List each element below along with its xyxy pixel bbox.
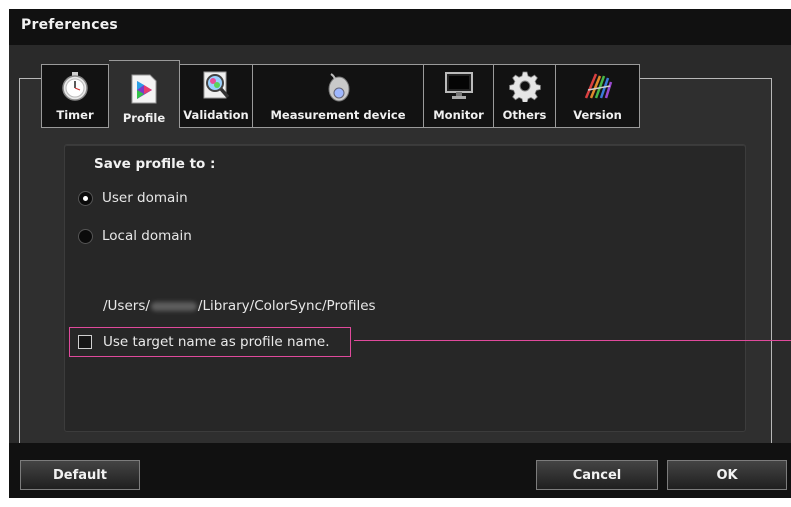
tab-timer[interactable]: Timer — [41, 64, 109, 128]
tab-label: Version — [573, 108, 622, 122]
cancel-button[interactable]: Cancel — [536, 460, 658, 490]
radio-label: Local domain — [102, 228, 192, 244]
radio-user-domain[interactable]: User domain — [78, 190, 188, 206]
use-target-name-checkbox[interactable] — [78, 335, 92, 349]
tab-measurement-device[interactable]: Measurement device — [253, 64, 424, 128]
tab-others[interactable]: Others — [494, 64, 556, 128]
stopwatch-icon — [62, 72, 88, 101]
tab-label: Others — [502, 108, 547, 122]
color-profile-icon — [131, 74, 157, 104]
monitor-icon — [444, 72, 473, 99]
radio-button[interactable] — [78, 190, 93, 206]
radio-label: User domain — [102, 190, 188, 206]
tab-bar: Timer Profile Validation Measurement dev — [41, 60, 640, 128]
window-title: Preferences — [21, 17, 118, 33]
ok-button[interactable]: OK — [667, 460, 787, 490]
tab-profile[interactable]: Profile — [109, 60, 180, 128]
save-profile-heading: Save profile to : — [94, 156, 216, 172]
tab-label: Measurement device — [270, 108, 406, 122]
redacted-username — [150, 301, 197, 311]
colorimeter-icon — [328, 73, 350, 102]
tab-label: Timer — [56, 108, 94, 122]
radio-local-domain[interactable]: Local domain — [78, 228, 192, 244]
use-target-name-checkbox-row[interactable]: Use target name as profile name. — [69, 327, 351, 357]
radio-selected-dot — [83, 195, 88, 201]
profile-path: /Users/ /Library/ColorSync/Profiles — [103, 298, 376, 314]
path-suffix: /Library/ColorSync/Profiles — [197, 298, 376, 314]
tab-label: Profile — [122, 111, 166, 125]
default-button[interactable]: Default — [20, 460, 140, 490]
callout-line — [354, 340, 791, 341]
tab-version[interactable]: Version — [556, 64, 640, 128]
tab-label: Validation — [183, 108, 249, 122]
tab-monitor[interactable]: Monitor — [424, 64, 494, 128]
magnifier-icon — [203, 71, 230, 99]
profile-settings-panel: Save profile to : User domain Local doma… — [64, 144, 746, 432]
version-logo-icon — [584, 73, 612, 99]
tab-label: Monitor — [433, 108, 484, 122]
gear-icon — [508, 71, 541, 102]
path-prefix: /Users/ — [103, 298, 150, 314]
radio-button[interactable] — [78, 228, 93, 244]
tab-validation[interactable]: Validation — [180, 64, 253, 128]
checkbox-label: Use target name as profile name. — [103, 334, 330, 350]
